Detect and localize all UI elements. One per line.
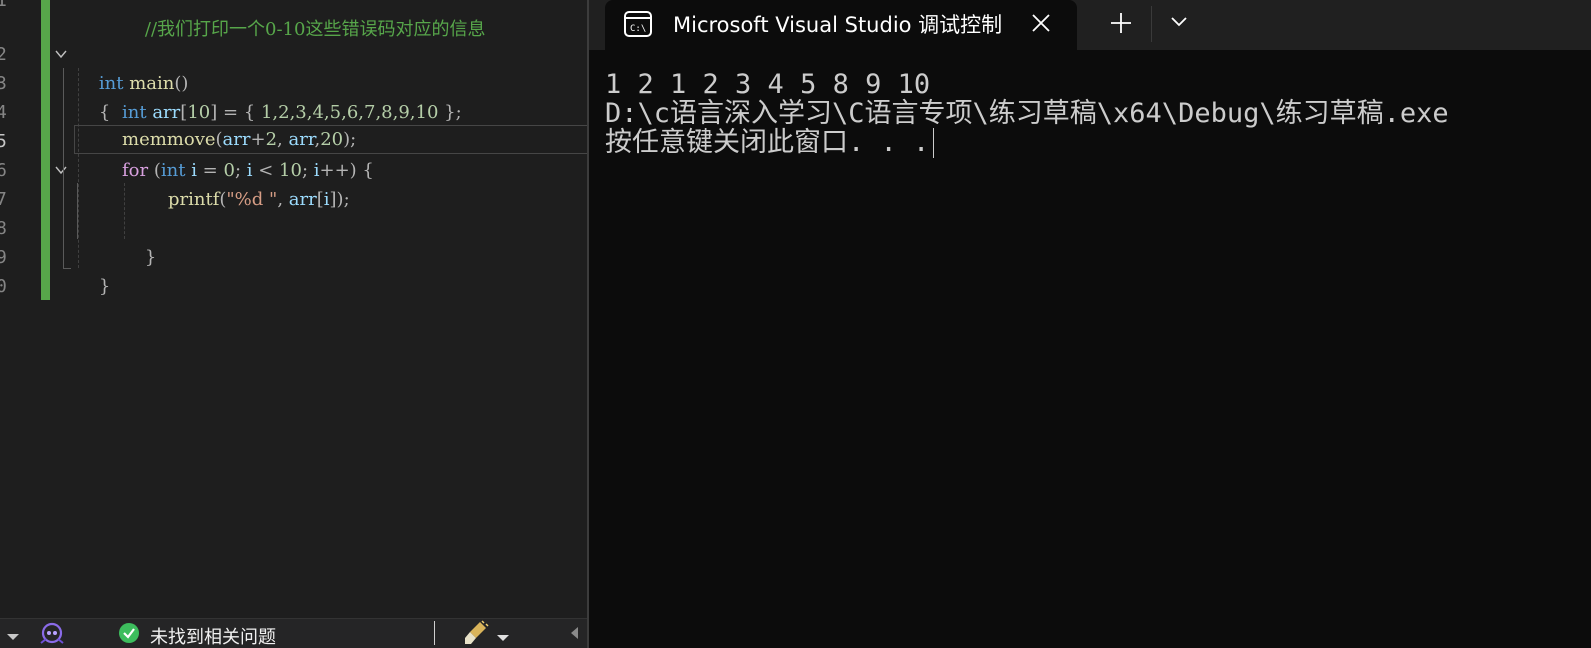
line-number: 3	[0, 73, 7, 94]
chevron-down-icon[interactable]	[6, 627, 20, 646]
prompt-text: 按任意键关闭此窗口. . .	[605, 127, 930, 158]
status-separator	[434, 621, 435, 645]
variable-arr: arr	[152, 102, 181, 123]
number: 0	[223, 160, 235, 181]
comma: ,	[277, 189, 289, 210]
check-circle-icon	[118, 622, 140, 648]
output-line: D:\c语言深入学习\C语言专项\练习草稿\x64\Debug\练习草稿.exe	[605, 98, 1449, 129]
comma: ,	[277, 129, 289, 150]
close-brace: }	[144, 247, 157, 268]
function-memmove: memmove	[122, 129, 216, 150]
keyword-int: int	[160, 160, 186, 181]
variable-arr: arr	[288, 129, 315, 150]
code-line-open-brace[interactable]: {	[76, 69, 110, 123]
issues-status-text: 未找到相关问题	[150, 627, 276, 648]
function-printf: printf	[168, 189, 220, 210]
console-icon: C:\	[623, 10, 653, 42]
change-indicator-bar	[41, 0, 50, 300]
array-size: 10	[187, 102, 211, 123]
line-number: 4	[0, 102, 7, 123]
closing: ) {	[349, 160, 374, 181]
line-number: 6	[0, 160, 7, 181]
close-icon[interactable]	[1029, 11, 1053, 35]
bracket: [	[316, 189, 324, 210]
keyword-int: int	[122, 102, 147, 123]
keyword-for: for	[122, 160, 149, 181]
paren: (	[148, 160, 161, 181]
format-string: "%d "	[226, 189, 278, 210]
operator: =	[196, 160, 224, 181]
line-number: 2	[0, 44, 7, 65]
code-line-comment[interactable]: //我们打印一个0-10这些错误码对应的信息	[122, 0, 486, 40]
closing: );	[343, 129, 357, 150]
editor-status-bar: 未找到相关问题	[0, 618, 587, 648]
output-line-prompt: 按任意键关闭此窗口. . .	[605, 127, 1449, 158]
line-number: 7	[0, 189, 7, 210]
terminal-tab[interactable]: C:\ Microsoft Visual Studio 调试控制台	[605, 0, 1077, 50]
chevron-down-icon[interactable]	[1167, 10, 1191, 34]
line-number: 5	[0, 131, 7, 152]
terminal-window[interactable]: C:\ Microsoft Visual Studio 调试控制台 1 2 1 …	[589, 0, 1591, 648]
terminal-tab-bar[interactable]: C:\ Microsoft Visual Studio 调试控制台	[589, 0, 1591, 50]
operator: ++	[319, 160, 350, 181]
array-values: 1,2,3,4,5,6,7,8,9,10	[260, 102, 439, 123]
semicolon: ;	[234, 160, 247, 181]
fold-chevron-icon[interactable]	[55, 164, 67, 176]
number: 10	[279, 160, 302, 181]
code-line-array-decl[interactable]: int arr[10] = { 1,2,3,4,5,6,7,8,9,10 };	[122, 98, 462, 127]
copilot-icon[interactable]	[38, 621, 66, 648]
closing: );	[336, 189, 350, 210]
code-line-printf[interactable]: printf("%d ", arr[i]);	[168, 185, 350, 214]
console-output[interactable]: 1 2 1 2 3 4 5 8 9 10 D:\c语言深入学习\C语言专项\练习…	[605, 69, 1449, 158]
code-line-inner-close[interactable]: }	[122, 214, 156, 268]
parens: ()	[174, 73, 189, 94]
svg-text:C:\: C:\	[630, 24, 646, 34]
paren: (	[215, 129, 223, 150]
semicolon: ;	[301, 160, 314, 181]
fold-chevron-icon[interactable]	[55, 48, 67, 60]
function-name: main	[129, 73, 175, 94]
output-line: 1 2 1 2 3 4 5 8 9 10	[605, 69, 931, 100]
brush-icon[interactable]	[462, 619, 490, 648]
code-line-main[interactable]: int main()	[76, 40, 189, 94]
variable-arr: arr	[288, 189, 317, 210]
code-editor[interactable]: 1 2 3 4 5 6 7 8 9 0 //我们打印一个0-10这些错误码对应的…	[0, 0, 587, 648]
close-brace: }	[98, 276, 111, 297]
bracket: ]	[329, 189, 337, 210]
line-number: 0	[0, 276, 7, 297]
line-number: 1	[0, 0, 7, 11]
text-cursor	[933, 128, 935, 158]
code-line-for[interactable]: for (int i = 0; i < 10; i++) {	[122, 156, 374, 185]
scroll-left-icon[interactable]	[568, 625, 580, 644]
line-number: 8	[0, 218, 7, 239]
number: 2	[265, 129, 278, 150]
comment-text: //我们打印一个0-10这些错误码对应的信息	[144, 19, 486, 40]
operator: <	[252, 160, 280, 181]
tab-title: Microsoft Visual Studio 调试控制台	[673, 13, 1003, 37]
tab-separator	[1151, 6, 1152, 42]
assign: = {	[217, 102, 261, 123]
number: 20	[320, 129, 344, 150]
block-bracket	[63, 68, 64, 268]
code-line-outer-close[interactable]: }	[76, 243, 110, 297]
line-number-gutter: 1 2 3 4 5 6 7 8 9 0	[0, 0, 40, 620]
variable-arr: arr	[222, 129, 251, 150]
line-number: 9	[0, 247, 7, 268]
block-bracket-end	[63, 268, 71, 269]
closing: };	[438, 102, 462, 123]
operator: +	[250, 129, 266, 150]
open-brace: {	[98, 102, 111, 123]
chevron-down-icon[interactable]	[496, 628, 510, 647]
code-line-memmove[interactable]: memmove(arr+2, arr,20);	[122, 125, 356, 154]
plus-icon[interactable]	[1106, 8, 1136, 38]
